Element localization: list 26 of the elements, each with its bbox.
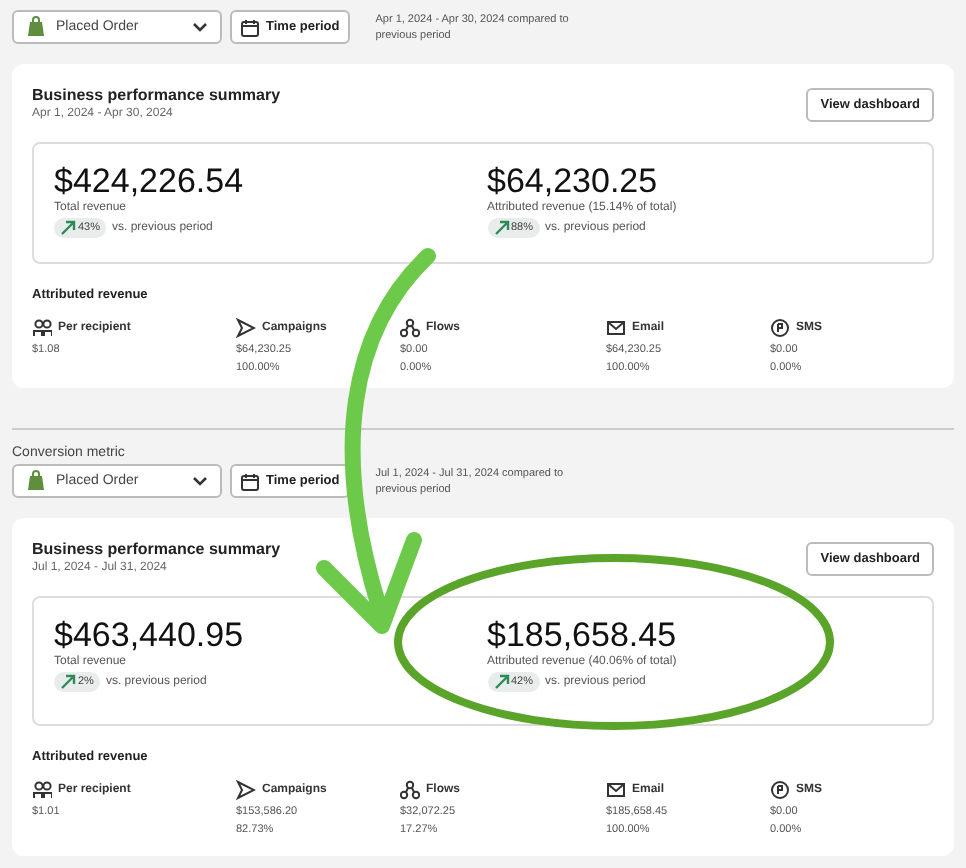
trend-up-icon <box>493 220 509 236</box>
revenue-value: $64,230.25 <box>487 164 660 200</box>
bag-icon <box>26 16 46 38</box>
people-icon <box>32 780 52 800</box>
send-icon <box>236 318 256 338</box>
send-icon <box>236 780 256 800</box>
calendar-icon <box>240 17 260 37</box>
people-icon <box>32 318 52 338</box>
chat-icon <box>770 318 790 338</box>
card-title: Business performance summary <box>32 540 281 558</box>
calendar-icon <box>240 471 260 491</box>
trend-up-icon <box>60 674 76 690</box>
flow-icon <box>400 318 420 338</box>
revenue-value: $463,440.95 <box>54 618 246 654</box>
revenue-value: $185,658.45 <box>487 618 679 654</box>
chevron-down-icon <box>192 20 208 34</box>
card-title: Business performance summary <box>32 86 281 104</box>
trend-up-icon <box>493 674 509 690</box>
mail-icon <box>606 780 626 800</box>
flow-icon <box>400 780 420 800</box>
bag-icon <box>26 470 46 492</box>
trend-up-icon <box>60 220 76 236</box>
chat-icon <box>770 780 790 800</box>
mail-icon <box>606 318 626 338</box>
revenue-value: $424,226.54 <box>54 164 246 200</box>
chevron-down-icon <box>192 474 208 488</box>
